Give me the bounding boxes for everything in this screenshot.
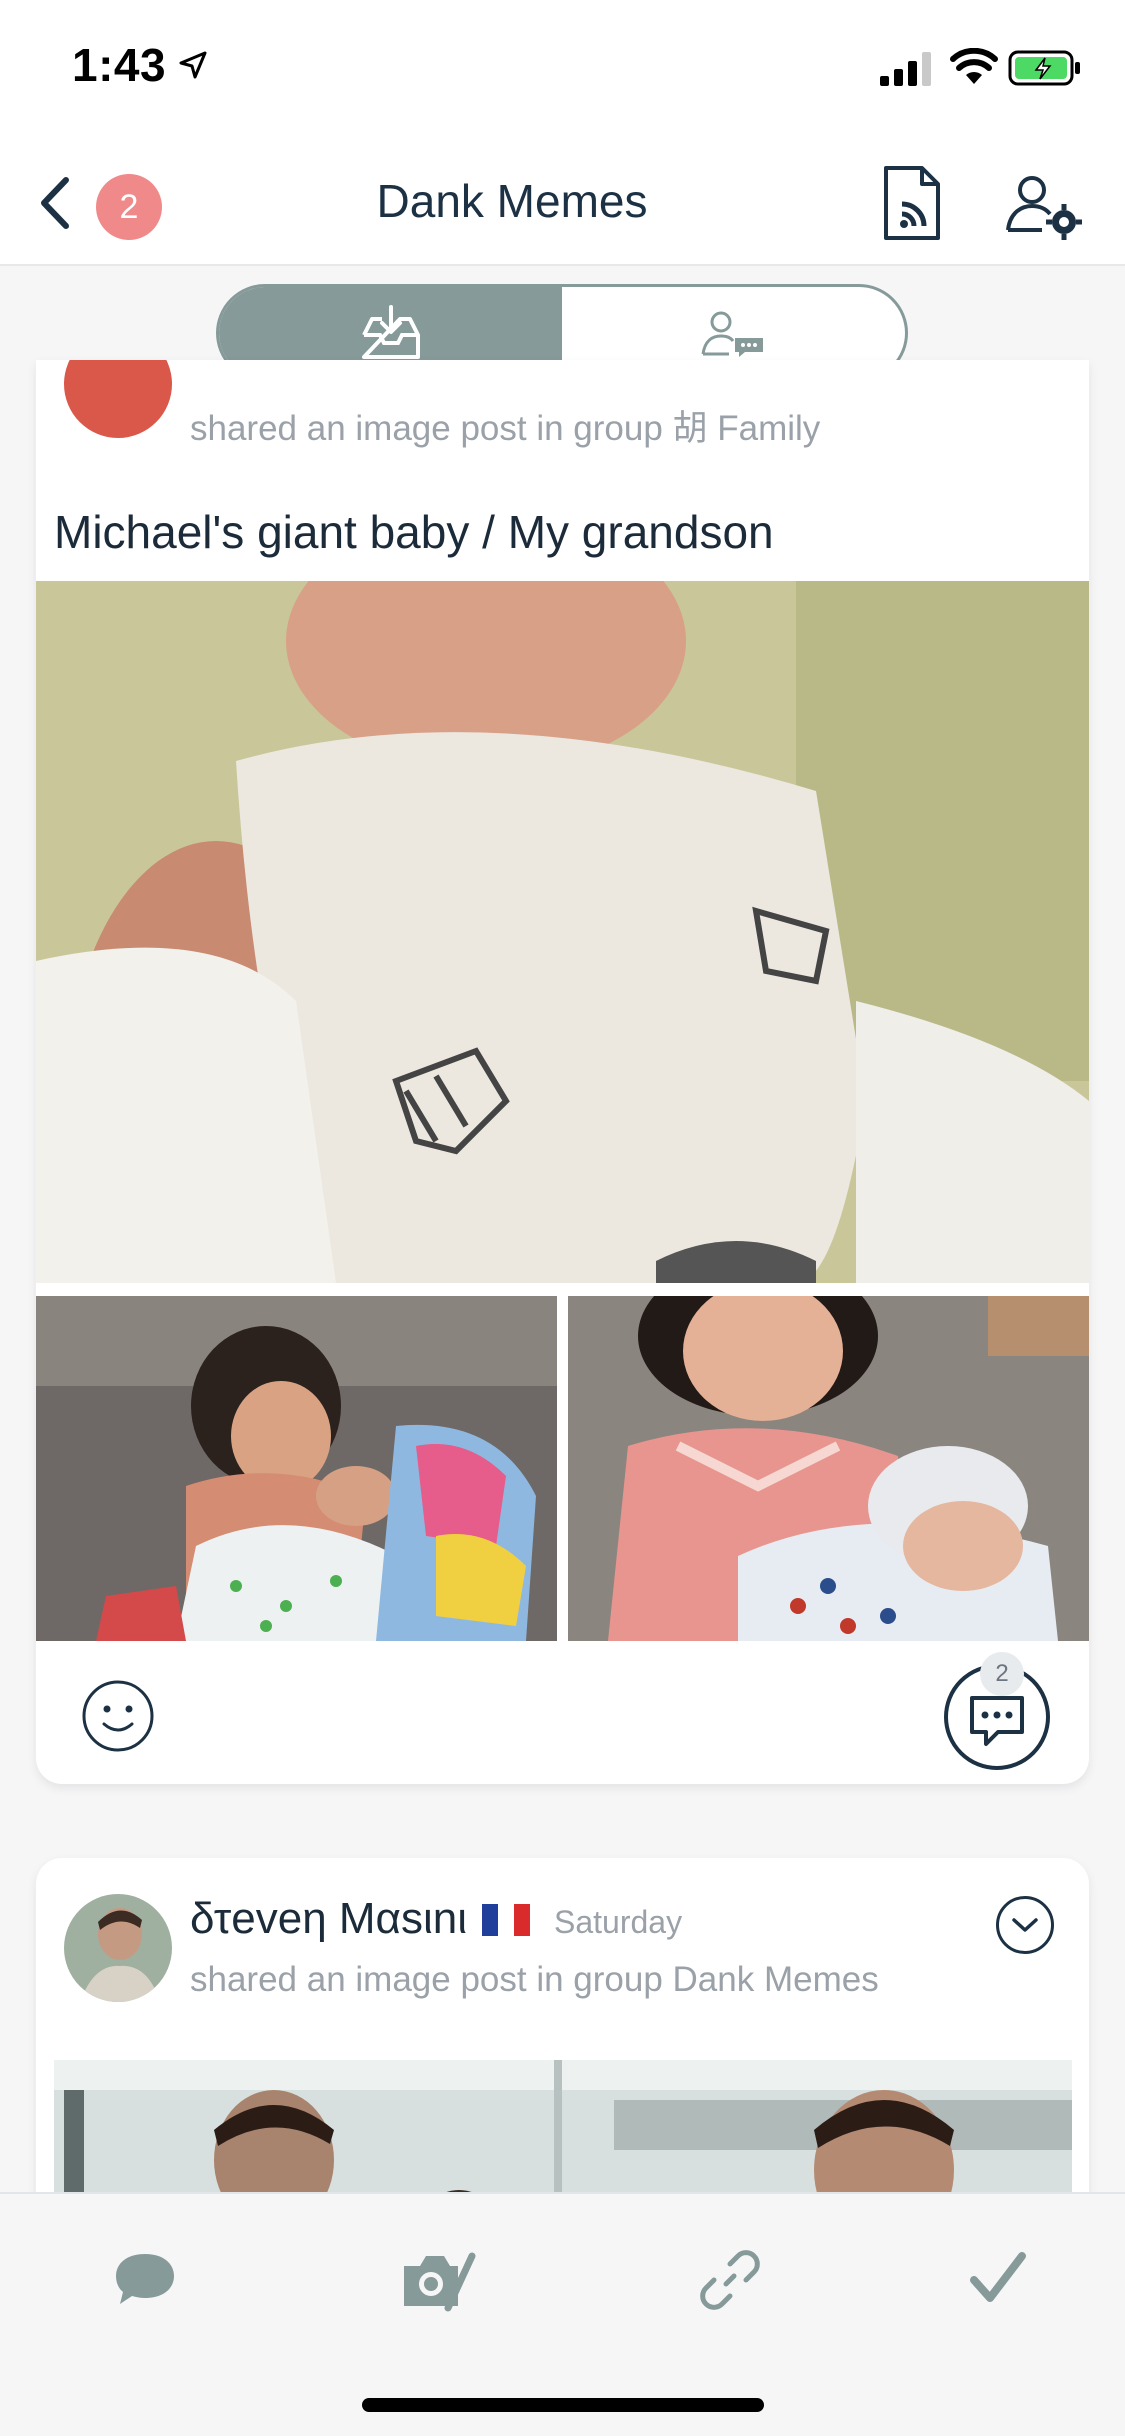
link-icon[interactable] — [700, 2250, 760, 2310]
nav-bar: 2 Dank Memes — [0, 140, 1125, 266]
home-indicator — [362, 2398, 764, 2412]
group-title: Dank Memes — [376, 175, 648, 227]
france-flag-icon — [482, 1904, 530, 1936]
checkmark-icon[interactable] — [968, 2250, 1028, 2306]
post-subtitle: shared an image post in group Dank Memes — [190, 1960, 879, 1999]
status-bar: 1:43 — [0, 0, 1125, 140]
people-chat-icon — [701, 311, 763, 357]
girl-feeding-baby-photo[interactable] — [36, 1296, 557, 1641]
group-settings-icon[interactable] — [1002, 164, 1086, 244]
post-subtitle: shared an image post in group 胡 Family — [190, 409, 821, 448]
document-cast-icon[interactable] — [880, 164, 946, 244]
back-chevron-icon[interactable] — [30, 170, 80, 236]
battery-charging-icon — [1008, 50, 1080, 86]
wifi-icon — [950, 48, 998, 84]
speech-bubble-icon[interactable] — [112, 2250, 178, 2306]
location-arrow-icon — [179, 51, 207, 79]
camera-icon[interactable] — [400, 2250, 478, 2312]
inbox-download-icon — [361, 305, 420, 359]
author-avatar[interactable] — [64, 1894, 172, 2002]
post-title: Michael's giant baby / My grandson — [54, 506, 774, 558]
post-options-button[interactable] — [996, 1896, 1054, 1954]
comment-count-badge: 2 — [980, 1652, 1024, 1696]
post-date: Saturday — [554, 1904, 683, 1940]
comments-button[interactable]: 2 — [942, 1652, 1052, 1772]
author-name[interactable]: δτeveη Mαsιnι — [190, 1894, 467, 1944]
girl-holding-baby-photo[interactable] — [568, 1296, 1089, 1641]
cellular-signal-icon — [880, 52, 931, 86]
emoji-reaction-icon[interactable] — [80, 1678, 156, 1754]
chevron-down-icon — [1012, 1918, 1038, 1932]
author-avatar[interactable] — [64, 360, 172, 438]
unread-badge[interactable]: 2 — [96, 174, 162, 240]
sleeping-newborn-photo[interactable] — [36, 581, 1089, 1283]
post-card[interactable]: shared an image post in group 胡 Family M… — [36, 360, 1089, 1784]
status-time: 1:43 — [72, 39, 167, 91]
